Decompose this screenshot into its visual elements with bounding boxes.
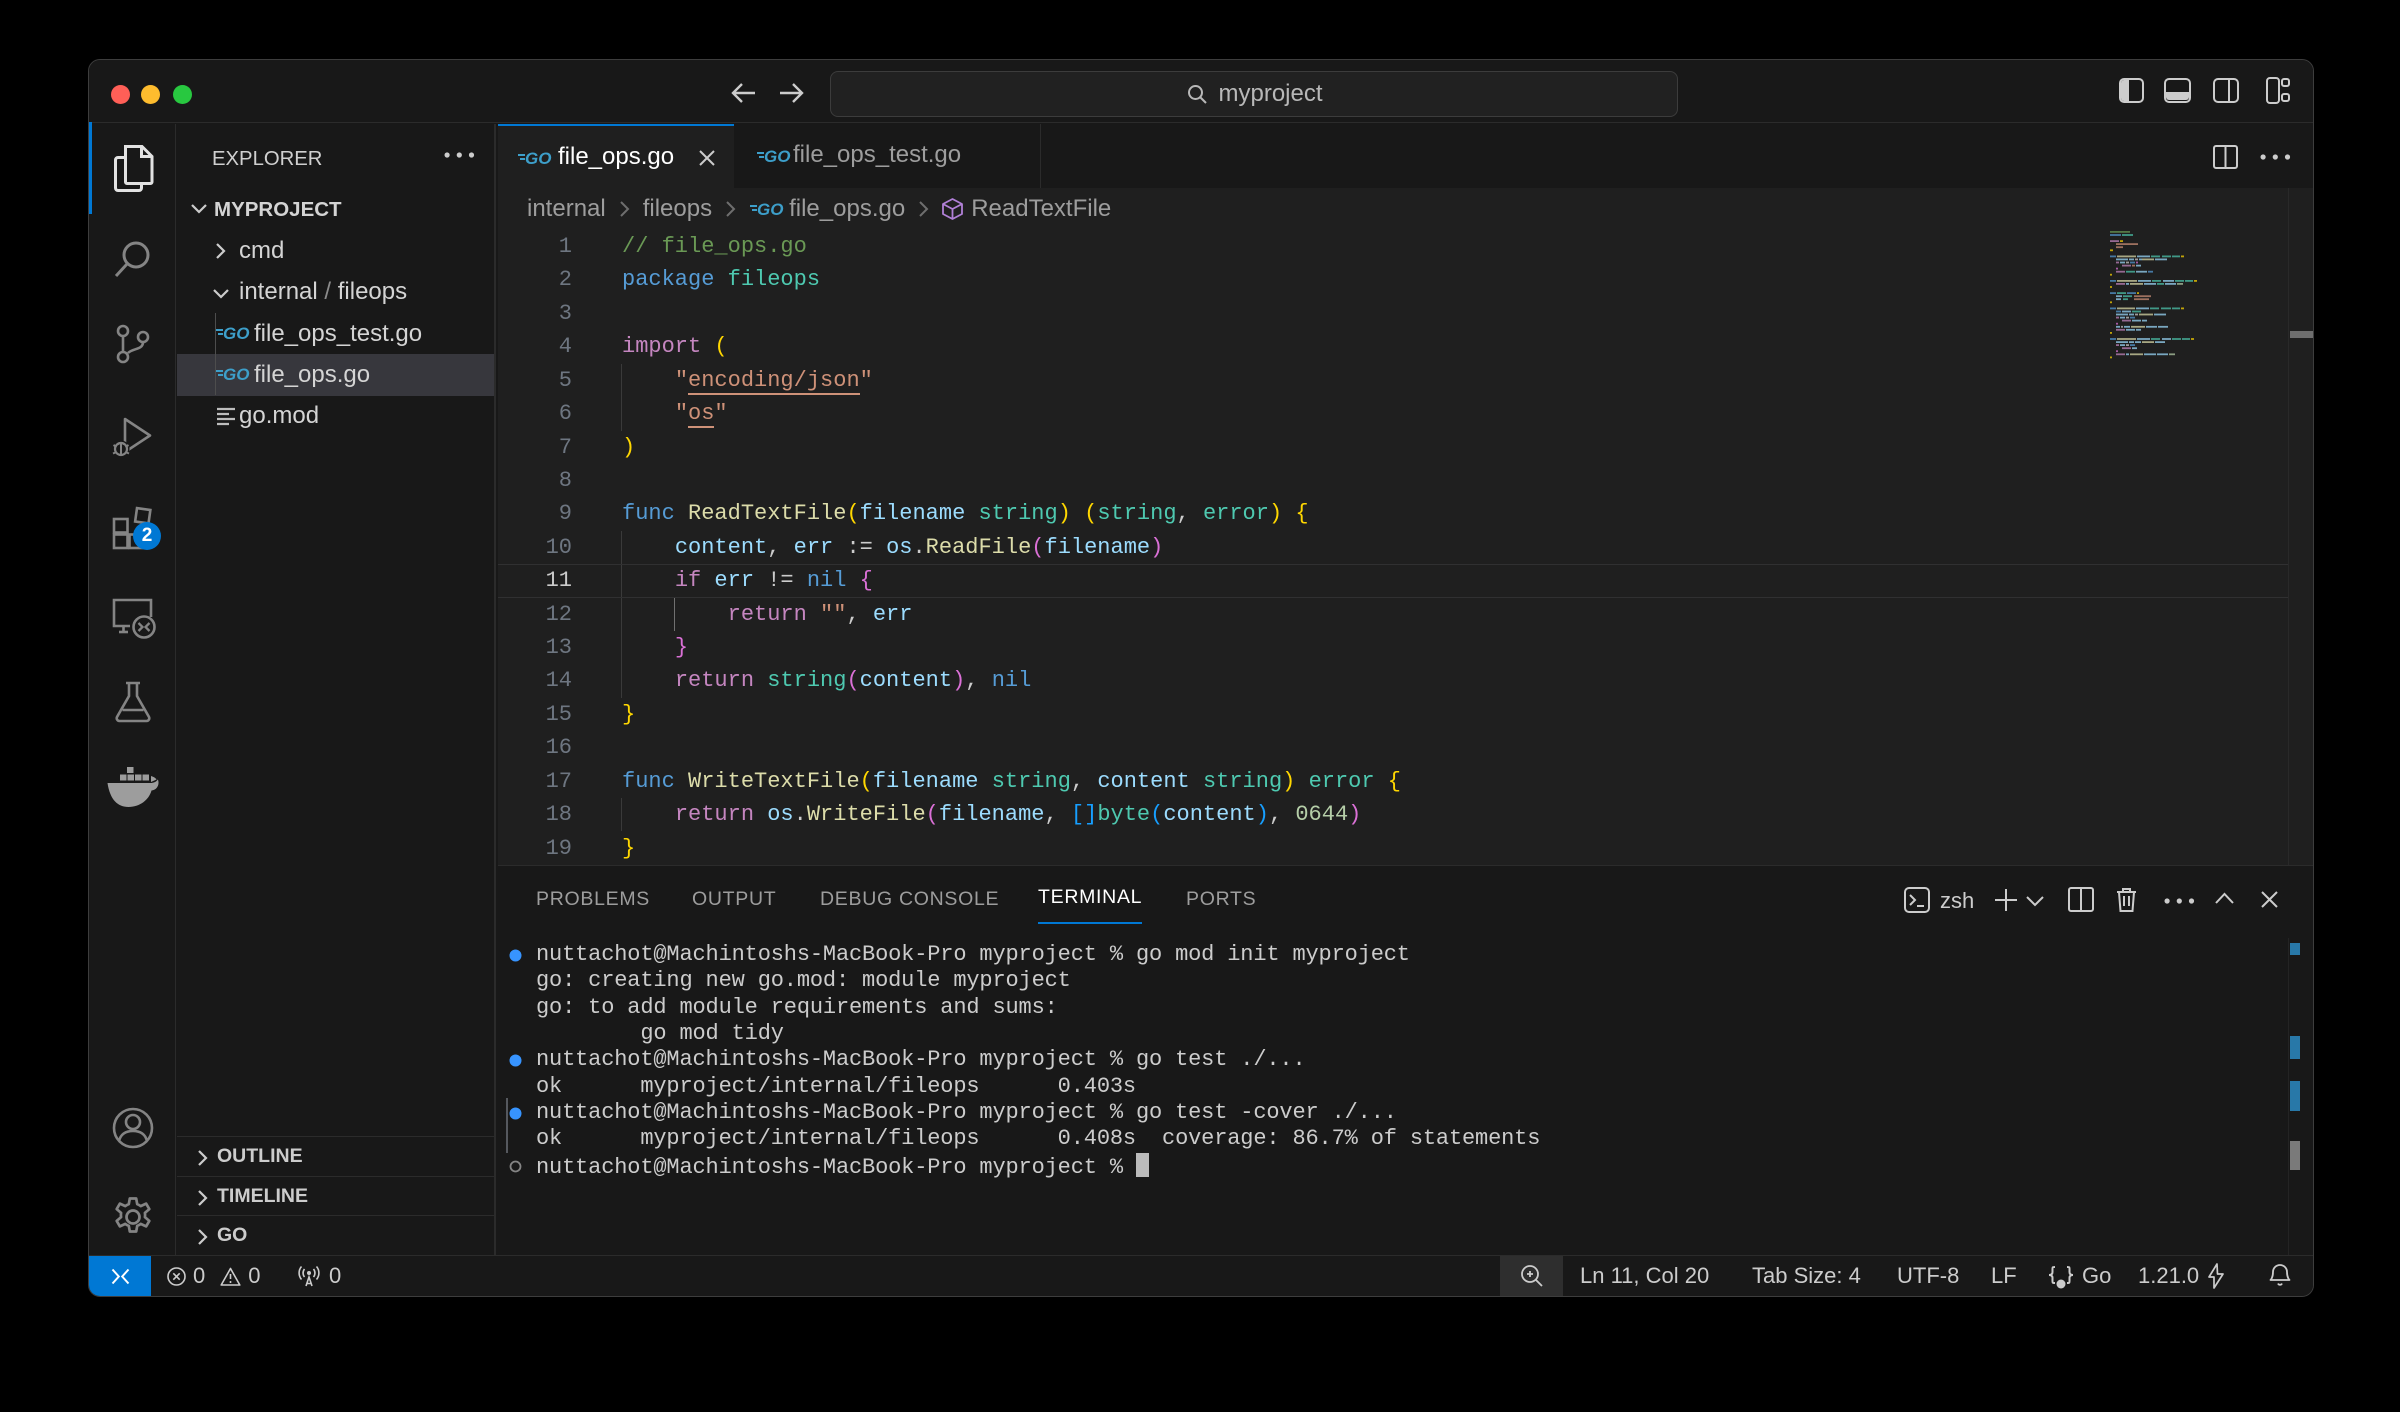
svg-text:GO: GO (223, 324, 249, 343)
svg-text:GO: GO (764, 147, 790, 166)
svg-text:GO: GO (223, 365, 249, 384)
svg-text:GO: GO (757, 200, 783, 219)
svg-text:GO: GO (525, 149, 551, 168)
